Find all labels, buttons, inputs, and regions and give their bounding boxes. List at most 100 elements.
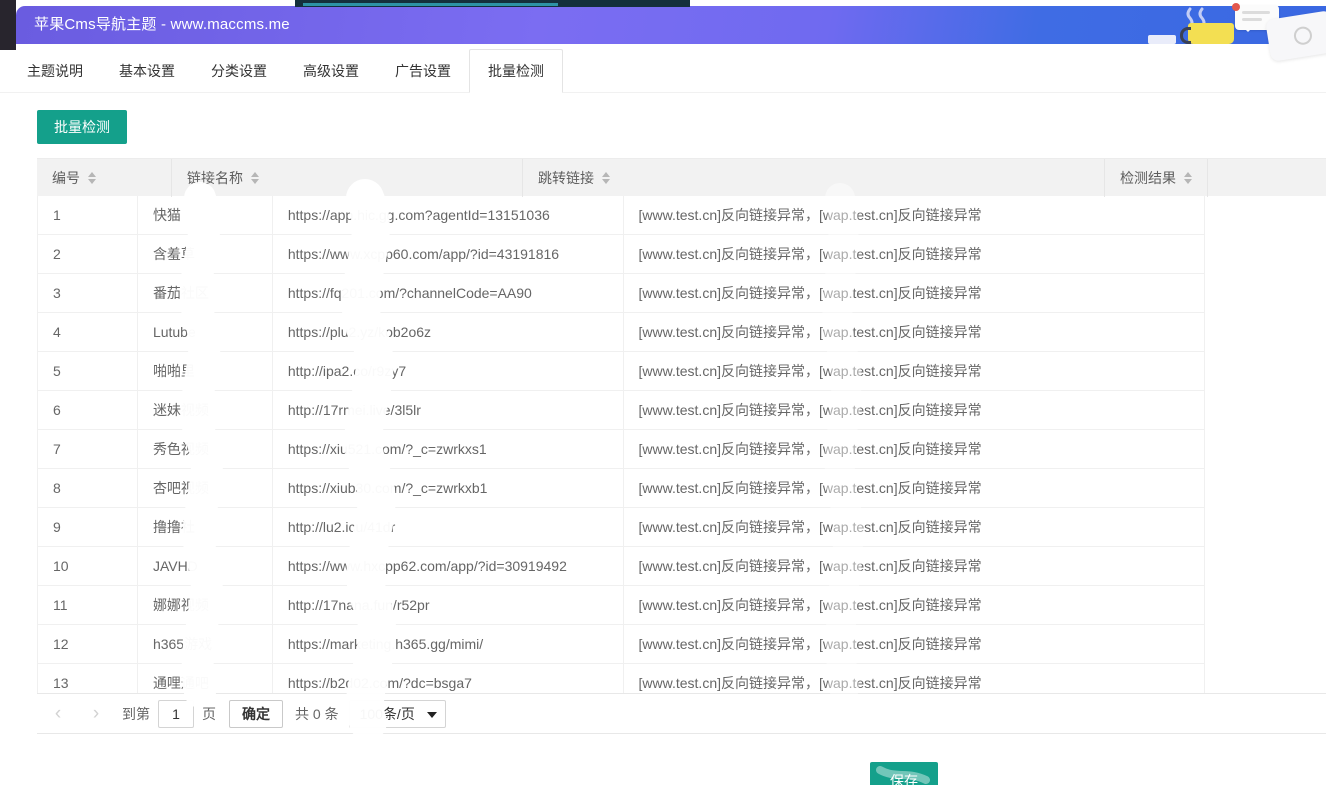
link-name-cell: 迷妹视频 [138, 391, 273, 430]
jump-url-cell: https://www.hxcpp62.com/app/?id=30919492 [273, 547, 624, 586]
row-id-cell: 3 [38, 274, 138, 313]
jump-url-cell: http://ipa2.co/r9zy7 [273, 352, 624, 391]
link-name-cell: 番茄社区 [138, 274, 273, 313]
jump-url-cell: https://plu2.yz/kob2o6z [273, 313, 624, 352]
link-name-cell: 通哩通吧 [138, 664, 273, 694]
link-name-cell: h365游戏 [138, 625, 273, 664]
settings-tab[interactable]: 批量检测 [469, 49, 563, 93]
settings-tabbar: 主题说明 基本设置 分类设置 高级设置 广告设置 批量检测 [0, 50, 1326, 93]
card-illustration [1265, 10, 1326, 62]
jump-url-cell: https://marketing.h365.gg/mimi/ [273, 625, 624, 664]
jump-url-cell: https://fq201.com/?channelCode=AA90 [273, 274, 624, 313]
table-row: 12 h365游戏 https://marketing.h365.gg/mimi… [38, 625, 1205, 664]
row-id-cell: 1 [38, 196, 138, 235]
table-body: 1 快猫 https://app.hic.gg.com?agentId=1315… [37, 196, 1205, 694]
link-name-cell: 撸撸社 [138, 508, 273, 547]
row-id-cell: 8 [38, 469, 138, 508]
table-header-cell: 链接名称 [172, 159, 523, 197]
table-row: 9 撸撸社 http://lu2.icu/41dr [www.test.cn]反… [38, 508, 1205, 547]
page-size-select[interactable]: 100条/页 [349, 700, 446, 728]
row-id-cell: 4 [38, 313, 138, 352]
result-cell: [www.test.cn]反向链接异常，[wap.test.cn]反向链接异常 [624, 664, 1205, 694]
link-name-cell: 啪啪里 [138, 352, 273, 391]
page-number-input[interactable] [158, 700, 194, 728]
table-row: 1 快猫 https://app.hic.gg.com?agentId=1315… [38, 196, 1205, 235]
row-id-cell: 7 [38, 430, 138, 469]
links-table: 编号 链接名称 跳转链接 检测结果 [37, 158, 1326, 694]
table-header-cell: 检测结果 [1105, 159, 1208, 197]
sort-icon[interactable] [88, 172, 96, 184]
settings-tab[interactable]: 基本设置 [101, 50, 193, 92]
sort-icon[interactable] [602, 172, 610, 184]
settings-tab[interactable]: 分类设置 [193, 50, 285, 92]
link-name-cell: 秀色视频 [138, 430, 273, 469]
page-title: 苹果Cms导航主题 - www.maccms.me [34, 6, 290, 44]
settings-tab[interactable]: 广告设置 [377, 50, 469, 92]
sort-icon[interactable] [251, 172, 259, 184]
link-name-cell: 快猫 [138, 196, 273, 235]
link-name-cell: 含羞草 [138, 235, 273, 274]
result-cell: [www.test.cn]反向链接异常，[wap.test.cn]反向链接异常 [624, 625, 1205, 664]
jump-url-cell: https://xiub30.com/?_c=zwrkxb1 [273, 469, 624, 508]
paper-icon [1148, 35, 1176, 44]
table-row: 4 Lutube https://plu2.yz/kob2o6z [www.te… [38, 313, 1205, 352]
batch-check-button[interactable]: 批量检测 [37, 110, 127, 144]
notification-dot [1232, 3, 1240, 11]
result-cell: [www.test.cn]反向链接异常，[wap.test.cn]反向链接异常 [624, 469, 1205, 508]
result-cell: [www.test.cn]反向链接异常，[wap.test.cn]反向链接异常 [624, 196, 1205, 235]
table-row: 11 娜娜视频 http://17nana.fun/r52pr [www.tes… [38, 586, 1205, 625]
jump-url-cell: http://lu2.icu/41dr [273, 508, 624, 547]
page-size-value: 100条/页 [360, 704, 415, 724]
save-button[interactable]: 保存 [870, 762, 938, 785]
row-id-cell: 9 [38, 508, 138, 547]
table-row: 2 含羞草 https://www.xcpp60.com/app/?id=431… [38, 235, 1205, 274]
confirm-page-button[interactable]: 确定 [229, 700, 283, 728]
sort-icon[interactable] [1184, 172, 1192, 184]
jump-url-cell: http://17rmei.live/3l5lr [273, 391, 624, 430]
result-cell: [www.test.cn]反向链接异常，[wap.test.cn]反向链接异常 [624, 508, 1205, 547]
result-cell: [www.test.cn]反向链接异常，[wap.test.cn]反向链接异常 [624, 352, 1205, 391]
row-id-cell: 6 [38, 391, 138, 430]
table-row: 7 秀色视频 https://xiu521.com/?_c=zwrkxs1 [w… [38, 430, 1205, 469]
table-header-cell: 编号 [37, 159, 172, 197]
window-edge-strip [0, 0, 16, 50]
result-cell: [www.test.cn]反向链接异常，[wap.test.cn]反向链接异常 [624, 391, 1205, 430]
pagination-bar: ‹ › 到第 页 确定 共 0 条 100条/页 [37, 694, 1326, 734]
link-name-cell: 娜娜视频 [138, 586, 273, 625]
result-cell: [www.test.cn]反向链接异常，[wap.test.cn]反向链接异常 [624, 235, 1205, 274]
table-header-cell: 跳转链接 [523, 159, 1105, 197]
settings-tab[interactable]: 主题说明 [9, 50, 101, 92]
coffee-mug-icon [1188, 23, 1234, 44]
next-page-icon[interactable]: › [88, 701, 104, 727]
jump-url-cell: https://xiu521.com/?_c=zwrkxs1 [273, 430, 624, 469]
table-row: 5 啪啪里 http://ipa2.co/r9zy7 [www.test.cn]… [38, 352, 1205, 391]
table-row: 6 迷妹视频 http://17rmei.live/3l5lr [www.tes… [38, 391, 1205, 430]
browser-remnant-strip [295, 0, 690, 7]
goto-page-label: 到第 [122, 704, 150, 724]
jump-url-cell: https://b2d02.com/?dc=bsga7 [273, 664, 624, 694]
jump-url-cell: http://17nana.fun/r52pr [273, 586, 624, 625]
result-cell: [www.test.cn]反向链接异常，[wap.test.cn]反向链接异常 [624, 547, 1205, 586]
result-cell: [www.test.cn]反向链接异常，[wap.test.cn]反向链接异常 [624, 313, 1205, 352]
row-id-cell: 12 [38, 625, 138, 664]
link-name-cell: JAVHD [138, 547, 273, 586]
table-header-row: 编号 链接名称 跳转链接 检测结果 [37, 158, 1326, 196]
chevron-down-icon [427, 712, 437, 718]
result-cell: [www.test.cn]反向链接异常，[wap.test.cn]反向链接异常 [624, 586, 1205, 625]
table-row: 13 通哩通吧 https://b2d02.com/?dc=bsga7 [www… [38, 664, 1205, 694]
prev-page-icon[interactable]: ‹ [50, 701, 66, 727]
jump-url-cell: https://www.xcpp60.com/app/?id=43191816 [273, 235, 624, 274]
batch-check-page: 苹果Cms导航主题 - www.maccms.me 主题说明 基本设置 分类设置 [0, 0, 1326, 785]
page-unit-label: 页 [202, 704, 216, 724]
jump-url-cell: https://app.hic.gg.com?agentId=13151036 [273, 196, 624, 235]
panel-header: 苹果Cms导航主题 - www.maccms.me [16, 6, 1326, 44]
table-row: 10 JAVHD https://www.hxcpp62.com/app/?id… [38, 547, 1205, 586]
row-id-cell: 5 [38, 352, 138, 391]
result-cell: [www.test.cn]反向链接异常，[wap.test.cn]反向链接异常 [624, 430, 1205, 469]
result-cell: [www.test.cn]反向链接异常，[wap.test.cn]反向链接异常 [624, 274, 1205, 313]
table-row: 8 杏吧视频 https://xiub30.com/?_c=zwrkxb1 [w… [38, 469, 1205, 508]
settings-tab[interactable]: 高级设置 [285, 50, 377, 92]
row-id-cell: 10 [38, 547, 138, 586]
table-row: 3 番茄社区 https://fq201.com/?channelCode=AA… [38, 274, 1205, 313]
row-id-cell: 2 [38, 235, 138, 274]
